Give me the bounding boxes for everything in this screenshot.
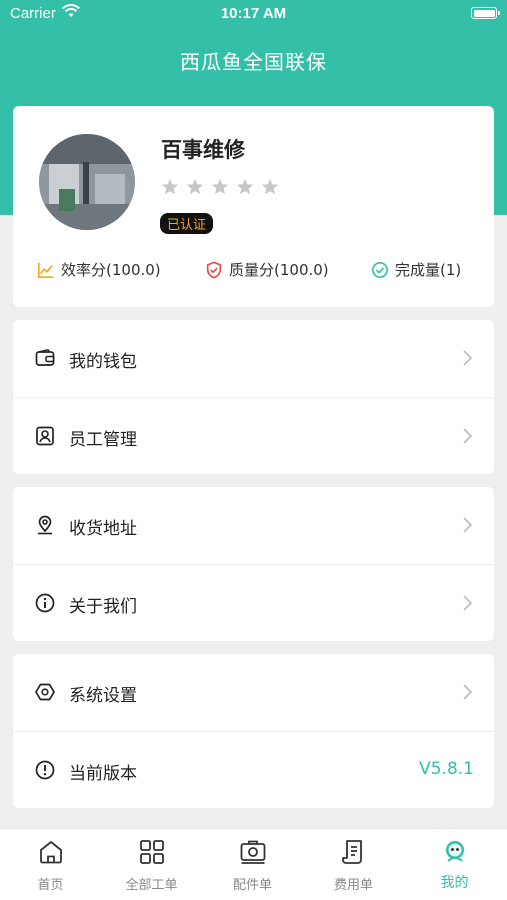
trend-chart-icon [37, 262, 54, 278]
hexagon-settings-icon [35, 683, 55, 701]
status-bar: Carrier 10:17 AM [0, 0, 507, 28]
star-icon [261, 178, 279, 195]
menu-label-about: 关于我们 [69, 597, 137, 617]
tab-all-orders-label: 全部工单 [125, 878, 178, 893]
shield-icon [206, 260, 222, 279]
tab-mine[interactable]: 我的 [404, 829, 505, 900]
menu-label-settings: 系统设置 [69, 686, 137, 706]
battery-icon [471, 7, 500, 19]
star-icon [211, 178, 229, 195]
chevron-right-icon [463, 517, 472, 533]
menu-group-info: 收货地址 关于我们 [13, 487, 494, 641]
tab-fees[interactable]: 费用单 [303, 829, 404, 900]
star-icon [236, 178, 254, 195]
rating-stars [161, 178, 279, 196]
stat-efficiency-label: 效率分(100.0) [61, 261, 161, 279]
wallet-icon [35, 348, 55, 366]
menu-label-version: 当前版本 [69, 764, 137, 784]
profile-face-icon [446, 841, 464, 862]
menu-item-settings[interactable]: 系统设置 [13, 654, 494, 731]
tab-mine-label: 我的 [440, 875, 469, 891]
chevron-right-icon [463, 350, 472, 366]
menu-label-wallet: 我的钱包 [69, 352, 137, 372]
menu-item-address[interactable]: 收货地址 [13, 487, 494, 564]
stat-quality: 质量分(100.0) [205, 259, 329, 280]
receipt-icon [342, 840, 362, 864]
menu-item-about[interactable]: 关于我们 [13, 564, 494, 641]
stats-row: 效率分(100.0) 质量分(100.0) 完成量(1) [13, 259, 494, 283]
bottom-tab-bar: 首页 全部工单 配件单 费用单 我的 [0, 828, 507, 900]
status-time: 10:17 AM [220, 5, 287, 22]
chevron-right-icon [463, 595, 472, 611]
tab-parts-label: 配件单 [232, 878, 272, 893]
stat-completed-label: 完成量(1) [395, 261, 462, 279]
tab-home[interactable]: 首页 [0, 829, 101, 900]
camera-box-icon [240, 840, 266, 864]
tab-fees-label: 费用单 [333, 878, 373, 893]
star-icon [186, 178, 204, 195]
avatar-photo [39, 134, 135, 230]
menu-label-address: 收货地址 [69, 519, 137, 539]
verified-badge: 已认证 [160, 213, 214, 234]
profile-card: 百事维修 已认证 效率分(100.0) 质量分(100.0) 完成量(1) [13, 106, 494, 307]
stat-efficiency: 效率分(100.0) [37, 259, 161, 280]
home-icon [40, 841, 62, 864]
menu-group-system: 系统设置 当前版本 V5.8.1 [13, 654, 494, 808]
chevron-right-icon [463, 428, 472, 444]
grid-icon [140, 840, 164, 864]
tab-all-orders[interactable]: 全部工单 [101, 829, 202, 900]
star-icon [161, 178, 179, 195]
avatar[interactable] [39, 134, 135, 230]
tab-parts[interactable]: 配件单 [202, 829, 303, 900]
menu-label-staff: 员工管理 [69, 430, 137, 450]
alert-circle-icon [35, 760, 55, 780]
menu-item-wallet[interactable]: 我的钱包 [13, 320, 494, 397]
shop-name: 百事维修 [161, 138, 245, 162]
person-card-icon [36, 426, 54, 446]
check-circle-icon [371, 261, 389, 278]
info-icon [35, 593, 55, 613]
page-title: 西瓜鱼全国联保 [180, 50, 327, 74]
tab-home-label: 首页 [37, 878, 64, 893]
stat-quality-label: 质量分(100.0) [229, 261, 329, 279]
menu-group-account: 我的钱包 员工管理 [13, 320, 494, 474]
menu-item-version[interactable]: 当前版本 V5.8.1 [13, 731, 494, 808]
location-pin-icon [38, 515, 52, 535]
stat-completed: 完成量(1) [371, 259, 461, 280]
menu-item-staff[interactable]: 员工管理 [13, 397, 494, 474]
version-value: V5.8.1 [419, 759, 474, 779]
chevron-right-icon [463, 684, 472, 700]
